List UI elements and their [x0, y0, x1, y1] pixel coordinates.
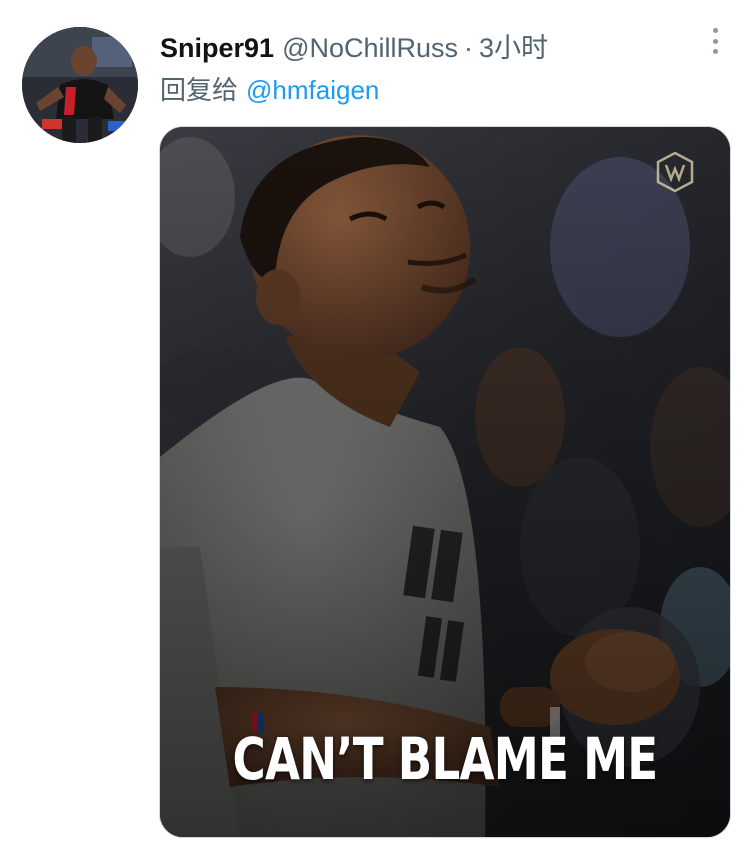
- more-options-icon[interactable]: [702, 26, 728, 56]
- tweet-media-image[interactable]: CAN’T BLAME ME: [159, 126, 731, 838]
- reply-mention-link[interactable]: @hmfaigen: [246, 75, 379, 105]
- media-caption: CAN’T BLAME ME: [232, 725, 659, 793]
- tweet-header: Sniper91 @NoChillRuss · 3小时: [160, 26, 548, 65]
- tweet-timestamp[interactable]: 3小时: [479, 26, 548, 65]
- tweet[interactable]: Sniper91 @NoChillRuss · 3小时 回复给 @hmfaigen: [0, 0, 745, 856]
- separator-dot: ·: [464, 33, 474, 63]
- watermark-logo-icon: [656, 151, 694, 193]
- author-handle[interactable]: @NoChillRuss: [282, 33, 458, 64]
- avatar[interactable]: [22, 27, 138, 143]
- reply-prefix: 回复给: [160, 75, 239, 105]
- reply-context: 回复给 @hmfaigen: [160, 70, 379, 107]
- author-display-name[interactable]: Sniper91: [160, 33, 274, 64]
